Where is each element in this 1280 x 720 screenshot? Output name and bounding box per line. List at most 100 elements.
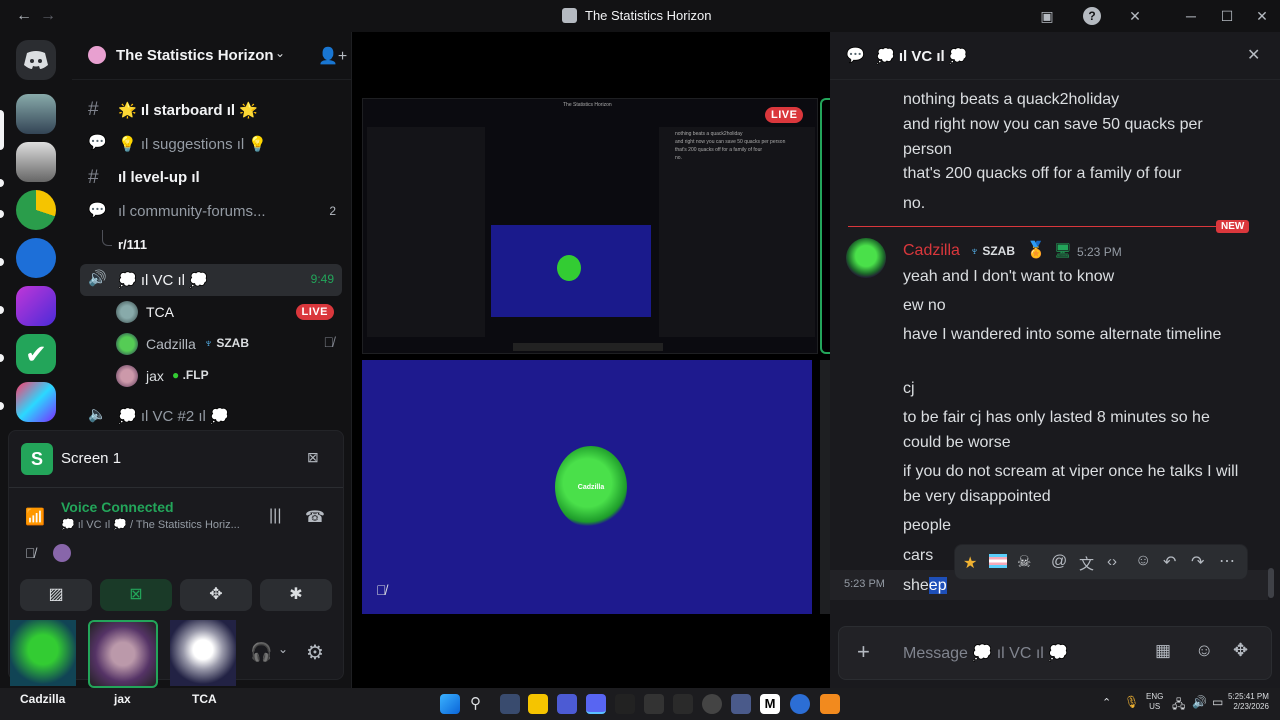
- server-icon-4[interactable]: [16, 238, 56, 278]
- help-icon[interactable]: ?: [1083, 7, 1101, 25]
- new-badge: NEW: [1216, 220, 1250, 233]
- app-icon[interactable]: [731, 694, 751, 714]
- message-text: have I wandered into some alternate time…: [903, 326, 1222, 343]
- app-icon[interactable]: [615, 694, 635, 714]
- stream-thumbnail-tca[interactable]: [170, 620, 236, 686]
- settings-gear-icon[interactable]: ⚙: [306, 640, 324, 665]
- activities-button[interactable]: ✥: [180, 579, 252, 611]
- voice-user-tca[interactable]: TCA LIVE: [116, 298, 342, 326]
- mention-icon[interactable]: @: [1051, 553, 1067, 571]
- preview-line: that's 200 quacks off for a family of fo…: [675, 147, 763, 153]
- code-icon[interactable]: ‹›: [1107, 553, 1117, 570]
- terminal-icon[interactable]: [673, 694, 693, 714]
- attach-plus-icon[interactable]: +: [857, 639, 870, 665]
- emoji-icon[interactable]: ☺: [1195, 640, 1213, 661]
- stop-stream-icon[interactable]: ⊠: [307, 449, 319, 466]
- headphones-icon[interactable]: 🎧: [250, 642, 272, 663]
- app-icon[interactable]: [557, 694, 577, 714]
- speaking-avatar: Cadzilla: [555, 446, 627, 528]
- app-icon[interactable]: [790, 694, 810, 714]
- translate-icon[interactable]: 文: [1079, 553, 1094, 574]
- close-icon[interactable]: ✕: [1247, 45, 1260, 65]
- calendar-icon[interactable]: ▦: [1155, 641, 1171, 661]
- message-input[interactable]: Message 💭 ıl VC ıl 💭: [903, 643, 1068, 663]
- discord-home-icon[interactable]: [16, 40, 56, 80]
- file-explorer-icon[interactable]: [528, 694, 548, 714]
- stream-thumbnail-cadzilla[interactable]: [10, 620, 76, 686]
- stream-preview[interactable]: The Statistics Horizon LIVE nothing beat…: [362, 98, 818, 354]
- discord-taskbar-icon[interactable]: [586, 694, 606, 714]
- channel-starboard[interactable]: # 🌟 ıl starboard ıl 🌟: [80, 94, 342, 126]
- star-reaction-icon[interactable]: ★: [963, 553, 977, 573]
- chat-scrollbar[interactable]: [1268, 568, 1274, 598]
- disconnect-icon[interactable]: ☎: [305, 507, 325, 527]
- server-icon-3[interactable]: [16, 190, 56, 230]
- start-menu-icon[interactable]: [440, 694, 460, 714]
- soundboard-icon[interactable]: |||: [269, 507, 281, 525]
- close-window-icon[interactable]: ✕: [1253, 7, 1271, 25]
- stream-thumbnail-jax[interactable]: [88, 620, 158, 688]
- muted-mic-icon: 🎙̸: [376, 582, 387, 598]
- selected-pill: [0, 110, 4, 150]
- stream-video[interactable]: Cadzilla 🎙̸: [362, 360, 812, 614]
- preview-chat: nothing beats a quack2holiday and right …: [659, 127, 815, 337]
- skull-reaction-icon[interactable]: ☠: [1017, 552, 1031, 572]
- mic-tray-icon[interactable]: 🎙: [1124, 695, 1139, 709]
- clock[interactable]: 5:25:41 PM 2/23/2026: [1228, 692, 1269, 712]
- server-icon-1[interactable]: [16, 94, 56, 134]
- voice-channel-vc2[interactable]: 🔈 💭 ıl VC #2 ıl 💭: [80, 400, 342, 432]
- thread-r111[interactable]: r/111: [80, 230, 342, 262]
- flag-reaction-icon[interactable]: [989, 554, 1007, 568]
- camera-off-button[interactable]: ▨: [20, 579, 92, 611]
- message-composer[interactable]: + Message 💭 ıl VC ıl 💭 ▦ ☺ ✥: [838, 626, 1272, 680]
- unread-pill: [0, 306, 4, 314]
- task-view-icon[interactable]: [500, 694, 520, 714]
- channel-label: 🌟 ıl starboard ıl 🌟: [118, 102, 258, 119]
- app-icon[interactable]: M: [760, 694, 780, 714]
- maximize-icon[interactable]: ☐: [1218, 7, 1236, 25]
- vlc-icon[interactable]: [820, 694, 840, 714]
- search-icon[interactable]: ⚲: [470, 694, 481, 712]
- checkmark-server-icon[interactable]: ✔: [16, 334, 56, 374]
- voice-user-jax[interactable]: jax ● .FLP: [116, 362, 342, 390]
- reply-icon[interactable]: ↶: [1163, 552, 1176, 572]
- forward-icon[interactable]: ↷: [1191, 552, 1204, 572]
- voice-location[interactable]: 💭 ıl VC ıl 💭 / The Statistics Horiz...: [61, 518, 240, 531]
- apps-icon[interactable]: ✥: [1233, 640, 1248, 661]
- invite-user-icon[interactable]: 👤+: [318, 46, 347, 66]
- battery-icon[interactable]: ▭: [1212, 695, 1223, 709]
- stop-share-button[interactable]: ⊠: [100, 579, 172, 611]
- back-arrow-icon[interactable]: ←: [16, 7, 32, 25]
- channel-label: r/111: [118, 237, 147, 252]
- forward-arrow-icon[interactable]: →: [40, 7, 56, 25]
- muted-mic-icon: 🎙̸: [323, 334, 335, 350]
- app-icon[interactable]: [702, 694, 722, 714]
- voice-channel-vc[interactable]: 🔊 💭 ıl VC ıl 💭 9:49: [80, 264, 342, 296]
- soundboard-button[interactable]: ✱: [260, 579, 332, 611]
- server-icon-7[interactable]: [16, 382, 56, 422]
- preview-taskbar: [513, 343, 663, 351]
- volume-icon[interactable]: 🔊: [1192, 695, 1207, 709]
- speaker-icon: 🔊: [88, 270, 107, 287]
- chevron-down-icon[interactable]: ⌄: [278, 642, 288, 656]
- tools-icon[interactable]: ✕: [1126, 7, 1144, 25]
- channel-community-forums[interactable]: 💬 ıl community-forums... 2: [80, 196, 342, 228]
- screen-share-icon: S: [21, 443, 53, 475]
- server-name: The Statistics Horizon: [116, 47, 274, 64]
- server-header[interactable]: The Statistics Horizon ⌄ 👤+: [72, 32, 351, 80]
- inbox-icon[interactable]: ▣: [1038, 7, 1056, 25]
- more-options-icon[interactable]: ⋯: [1219, 551, 1235, 571]
- server-icon-5[interactable]: [16, 286, 56, 326]
- language-indicator[interactable]: ENG US: [1146, 692, 1163, 712]
- tray-chevron-icon[interactable]: ⌃: [1102, 696, 1111, 709]
- voice-user-cadzilla[interactable]: Cadzilla ♆ SZAB 🎙̸: [116, 330, 342, 358]
- network-icon[interactable]: 🖧: [1172, 695, 1185, 716]
- author-avatar[interactable]: [846, 238, 886, 278]
- channel-suggestions[interactable]: 💬 💡 ıl suggestions ıl 💡: [80, 128, 342, 160]
- channel-level-up[interactable]: # ıl level-up ıl: [80, 162, 342, 194]
- minimize-icon[interactable]: ─: [1182, 7, 1200, 25]
- server-icon-2[interactable]: [16, 142, 56, 182]
- add-reaction-icon[interactable]: ☺: [1135, 552, 1151, 570]
- app-icon[interactable]: [644, 694, 664, 714]
- author-name[interactable]: Cadzilla: [903, 242, 960, 260]
